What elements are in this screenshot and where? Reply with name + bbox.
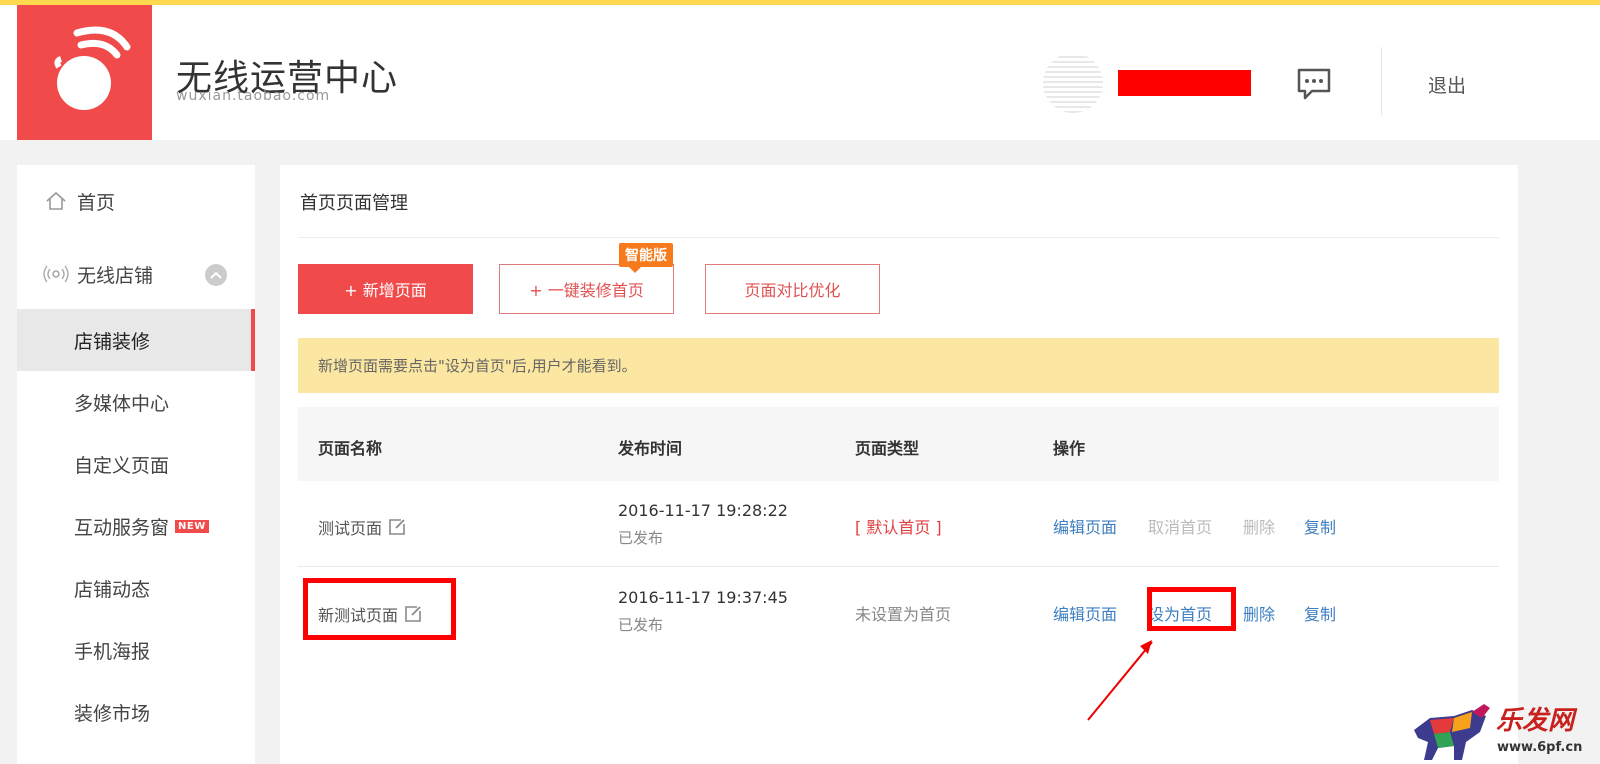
- avatar[interactable]: [1043, 53, 1103, 113]
- sidebar-item-label: 自定义页面: [74, 454, 170, 477]
- edit-icon[interactable]: [388, 518, 406, 536]
- page-title: 首页页面管理: [300, 193, 408, 214]
- message-icon[interactable]: [1296, 67, 1332, 101]
- wireless-logo-icon: [54, 26, 131, 110]
- sidebar-item-shop-decoration[interactable]: 店铺装修: [17, 309, 255, 371]
- sidebar-item-label: 店铺装修: [74, 330, 151, 353]
- brand-subtitle: wuxian.taobao.com: [176, 88, 331, 104]
- delete-link[interactable]: 删除: [1243, 514, 1275, 538]
- page-name: 测试页面: [318, 519, 383, 538]
- header: 无线运营中心 wuxian.taobao.com 退出: [0, 5, 1600, 140]
- publish-time: 2016-11-17 19:37:45: [618, 588, 788, 607]
- sidebar-item-shop-news[interactable]: 店铺动态: [17, 557, 255, 619]
- new-badge: NEW: [175, 519, 209, 533]
- edit-page-link[interactable]: 编辑页面: [1053, 514, 1117, 538]
- highlight-box-set-homepage: [1147, 587, 1236, 631]
- copy-link[interactable]: 复制: [1304, 514, 1336, 538]
- sidebar-item-wireless-shop[interactable]: 无线店铺: [17, 243, 255, 305]
- sidebar-item-home[interactable]: 首页: [17, 170, 255, 232]
- header-divider: [1381, 47, 1382, 115]
- notice-banner: 新增页面需要点击"设为首页"后,用户才能看到。: [298, 338, 1499, 393]
- smart-version-badge: 智能版: [619, 243, 673, 273]
- main-panel: 首页页面管理 + 新增页面 + 一键装修首页 智能版 页面对比优化 新增页面需要…: [280, 165, 1518, 764]
- add-page-button[interactable]: + 新增页面: [298, 264, 473, 314]
- highlight-box-page-name: [303, 578, 456, 640]
- divider: [298, 237, 1499, 238]
- annotation-arrow-icon: [1087, 640, 1153, 721]
- one-key-decorate-button[interactable]: + 一键装修首页: [499, 264, 674, 314]
- page-type: 未设置为首页: [855, 605, 952, 624]
- table-row: 新测试页面 2016-11-17 19:37:45 已发布 未设置为首页 编辑页…: [298, 568, 1499, 654]
- page-compare-button[interactable]: 页面对比优化: [705, 264, 880, 314]
- column-header: 发布时间: [618, 439, 683, 458]
- column-header: 页面类型: [855, 439, 920, 458]
- publish-status: 已发布: [618, 616, 664, 634]
- home-icon: [43, 190, 69, 212]
- sidebar-item-label: 装修市场: [74, 702, 151, 725]
- wireless-icon: [43, 263, 69, 285]
- cancel-homepage-link[interactable]: 取消首页: [1148, 514, 1212, 538]
- edit-page-link[interactable]: 编辑页面: [1053, 601, 1117, 625]
- sidebar-item-label: 多媒体中心: [74, 392, 170, 415]
- watermark-text: 乐发网: [1496, 706, 1575, 736]
- table-header: 页面名称 发布时间 页面类型 操作: [298, 407, 1499, 481]
- watermark-url: www.6pf.cn: [1497, 740, 1583, 755]
- sidebar-item-label: 首页: [77, 191, 116, 214]
- username-redacted: [1118, 70, 1251, 96]
- sidebar-item-interactive-service[interactable]: 互动服务窗 NEW: [17, 495, 255, 557]
- publish-status: 已发布: [618, 529, 664, 547]
- page-type: [ 默认首页 ]: [855, 518, 942, 537]
- copy-link[interactable]: 复制: [1304, 601, 1336, 625]
- sidebar-item-custom-page[interactable]: 自定义页面: [17, 433, 255, 495]
- table-row: 测试页面 2016-11-17 19:28:22 已发布 [ 默认首页 ] 编辑…: [298, 481, 1499, 567]
- sidebar-item-mobile-poster[interactable]: 手机海报: [17, 619, 255, 681]
- page-name-cell: 测试页面: [318, 515, 406, 539]
- logout-button[interactable]: 退出: [1428, 71, 1466, 98]
- sidebar-item-label: 手机海报: [74, 640, 151, 663]
- column-header: 操作: [1053, 439, 1086, 458]
- logo[interactable]: [17, 5, 152, 140]
- sidebar-item-decoration-market[interactable]: 装修市场: [17, 681, 255, 743]
- chevron-up-icon[interactable]: [205, 264, 227, 286]
- sidebar-item-label: 互动服务窗: [74, 516, 170, 539]
- delete-link[interactable]: 删除: [1243, 601, 1275, 625]
- sidebar-item-label: 店铺动态: [74, 578, 151, 601]
- publish-time: 2016-11-17 19:28:22: [618, 501, 788, 520]
- sidebar-item-label: 无线店铺: [77, 264, 154, 287]
- sidebar-item-media-center[interactable]: 多媒体中心: [17, 371, 255, 433]
- sidebar: 首页 无线店铺 店铺装修 多媒体中心 自定义页面 互动服务窗 NEW 店铺动态 …: [17, 165, 255, 764]
- column-header: 页面名称: [318, 439, 383, 458]
